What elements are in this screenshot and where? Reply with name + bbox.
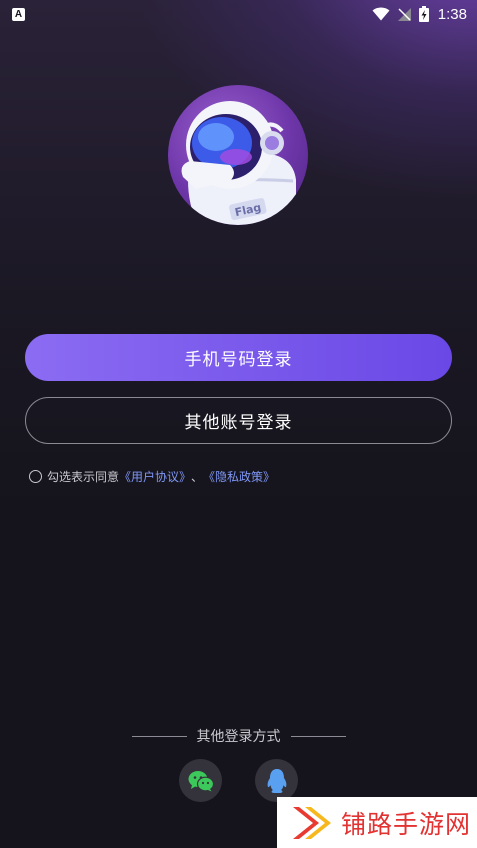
- other-account-login-label: 其他账号登录: [184, 413, 293, 433]
- user-agreement-link[interactable]: 《用户协议》: [119, 468, 191, 485]
- status-bar: A 1:38: [0, 0, 477, 28]
- divider-right: [290, 735, 346, 737]
- wechat-icon: [188, 770, 214, 791]
- other-login-title-row: 其他登录方式: [0, 726, 477, 746]
- app-logo-avatar: Flag: [168, 85, 308, 225]
- divider-left: [131, 735, 187, 737]
- battery-charging-icon: [418, 6, 429, 22]
- privacy-policy-link[interactable]: 《隐私政策》: [203, 468, 275, 485]
- wechat-login-button[interactable]: [179, 759, 222, 802]
- no-signal-icon: [397, 7, 411, 21]
- phone-login-label: 手机号码登录: [184, 350, 293, 370]
- astronaut-mascot-icon: Flag: [181, 101, 296, 225]
- other-account-login-button[interactable]: 其他账号登录: [25, 397, 452, 444]
- qq-penguin-icon: [267, 768, 286, 793]
- watermark-text: 铺路手游网: [341, 809, 472, 839]
- agreement-text: 勾选表示同意: [47, 469, 120, 484]
- notification-icon: A: [12, 7, 25, 21]
- agreement-checkbox[interactable]: [29, 469, 42, 483]
- wifi-icon: [372, 7, 390, 21]
- qq-login-button[interactable]: [255, 759, 298, 802]
- agreement-separator: 、: [191, 469, 204, 484]
- other-login-title: 其他登录方式: [196, 729, 281, 745]
- agreement-row: 勾选表示同意 《用户协议》 、 《隐私政策》: [29, 466, 275, 486]
- phone-login-button[interactable]: 手机号码登录: [25, 334, 452, 381]
- watermark: 铺路手游网: [277, 797, 477, 848]
- watermark-logo-icon: [293, 806, 331, 839]
- status-time: 1:38: [437, 5, 467, 23]
